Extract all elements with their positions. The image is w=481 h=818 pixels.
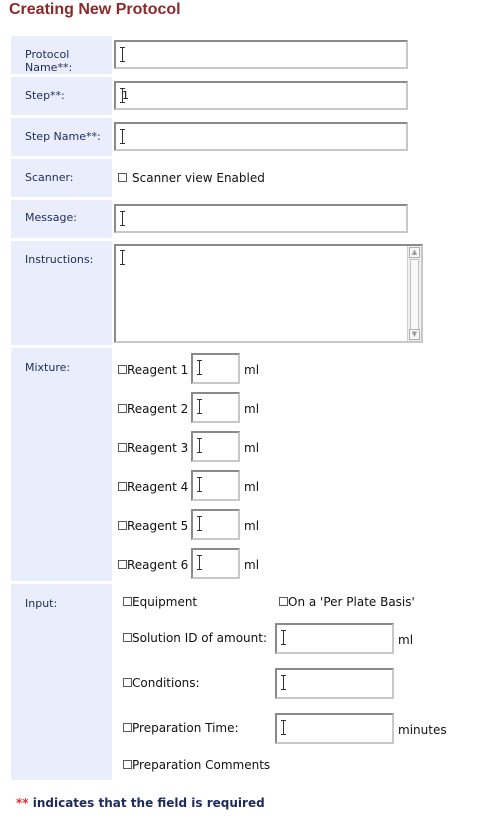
label-cell-message: Message: [11, 200, 112, 238]
reagent-unit: ml [244, 441, 260, 455]
required-note: ** indicates that the field is required [16, 796, 265, 810]
scanner-view-label: Scanner view Enabled [132, 171, 265, 185]
reagent-unit: ml [244, 558, 260, 572]
instructions-scrollbar[interactable]: ▲ ▼ [407, 246, 421, 341]
step-name-input[interactable] [114, 122, 408, 151]
per-plate-checkbox[interactable] [279, 597, 288, 606]
text-cursor-icon [197, 555, 202, 570]
reagent-amount-input[interactable] [191, 509, 240, 540]
step-name-label: Step Name**: [25, 130, 101, 143]
text-cursor-icon [197, 477, 202, 492]
conditions-label: Conditions: [132, 676, 200, 690]
label-cell-protocol-name: Protocol Name**: [11, 36, 112, 74]
text-cursor-icon [197, 438, 202, 453]
reagent-label: Reagent 6 [127, 558, 189, 572]
reagent-checkbox[interactable] [118, 365, 127, 374]
label-cell-scanner: Scanner: [11, 159, 112, 197]
mixture-label: Mixture: [25, 361, 71, 374]
label-cell-instructions: Instructions: [11, 241, 112, 345]
reagent-amount-input[interactable] [191, 470, 240, 501]
text-cursor-icon [120, 129, 125, 144]
text-cursor-icon [120, 211, 125, 226]
solution-unit: ml [398, 633, 414, 647]
instructions-label: Instructions: [25, 253, 94, 266]
scroll-up-arrow-icon[interactable]: ▲ [409, 247, 420, 258]
text-cursor-icon [281, 630, 286, 645]
scanner-label: Scanner: [25, 171, 74, 184]
reagent-unit: ml [244, 519, 260, 533]
label-cell-step-name: Step Name**: [11, 118, 112, 156]
text-cursor-icon [281, 720, 286, 735]
preparation-time-checkbox[interactable] [123, 723, 132, 732]
step-label: Step**: [25, 89, 65, 102]
page-title: Creating New Protocol [9, 1, 181, 18]
instructions-textarea[interactable]: ▲ ▼ [114, 244, 423, 343]
text-cursor-icon [197, 399, 202, 414]
reagent-label: Reagent 4 [127, 480, 189, 494]
label-cell-step: Step**: [11, 77, 112, 115]
preparation-time-input[interactable] [275, 713, 394, 744]
step-input[interactable]: 1 [114, 81, 408, 110]
message-input[interactable] [114, 204, 408, 233]
conditions-input[interactable] [275, 668, 394, 699]
text-cursor-icon [281, 675, 286, 690]
reagent-label: Reagent 1 [127, 363, 189, 377]
reagent-checkbox[interactable] [118, 482, 127, 491]
step-value: 1 [122, 89, 129, 102]
scanner-view-checkbox[interactable] [118, 173, 127, 182]
preparation-time-unit: minutes [398, 723, 447, 737]
reagent-unit: ml [244, 480, 260, 494]
reagent-label: Reagent 3 [127, 441, 189, 455]
scrollbar-thumb[interactable] [410, 259, 419, 331]
protocol-name-input[interactable] [114, 40, 408, 69]
equipment-label: Equipment [132, 595, 198, 609]
text-cursor-icon [120, 250, 125, 265]
reagent-amount-input[interactable] [191, 431, 240, 462]
per-plate-label: On a 'Per Plate Basis' [288, 595, 415, 609]
text-cursor-icon [197, 516, 202, 531]
protocol-name-label: Protocol Name**: [25, 48, 73, 74]
solution-id-input[interactable] [275, 623, 394, 654]
message-label: Message: [25, 211, 77, 224]
reagent-label: Reagent 2 [127, 402, 189, 416]
input-label: Input: [25, 597, 58, 610]
reagent-checkbox[interactable] [118, 521, 127, 530]
reagent-amount-input[interactable] [191, 353, 240, 384]
text-cursor-icon [120, 47, 125, 62]
reagent-label: Reagent 5 [127, 519, 189, 533]
label-cell-input: Input: [11, 584, 112, 780]
preparation-time-label: Preparation Time: [132, 721, 239, 735]
text-cursor-icon [197, 360, 202, 375]
solution-id-checkbox[interactable] [123, 633, 132, 642]
label-cell-mixture: Mixture: [11, 348, 112, 581]
reagent-unit: ml [244, 402, 260, 416]
equipment-checkbox[interactable] [123, 597, 132, 606]
reagent-checkbox[interactable] [118, 404, 127, 413]
conditions-checkbox[interactable] [123, 678, 132, 687]
reagent-amount-input[interactable] [191, 548, 240, 579]
scroll-down-arrow-icon[interactable]: ▼ [409, 329, 420, 340]
reagent-checkbox[interactable] [118, 443, 127, 452]
reagent-unit: ml [244, 363, 260, 377]
preparation-comments-checkbox[interactable] [123, 760, 132, 769]
solution-id-label: Solution ID of amount: [132, 631, 268, 645]
reagent-checkbox[interactable] [118, 560, 127, 569]
preparation-comments-label: Preparation Comments [132, 758, 271, 772]
reagent-amount-input[interactable] [191, 392, 240, 423]
